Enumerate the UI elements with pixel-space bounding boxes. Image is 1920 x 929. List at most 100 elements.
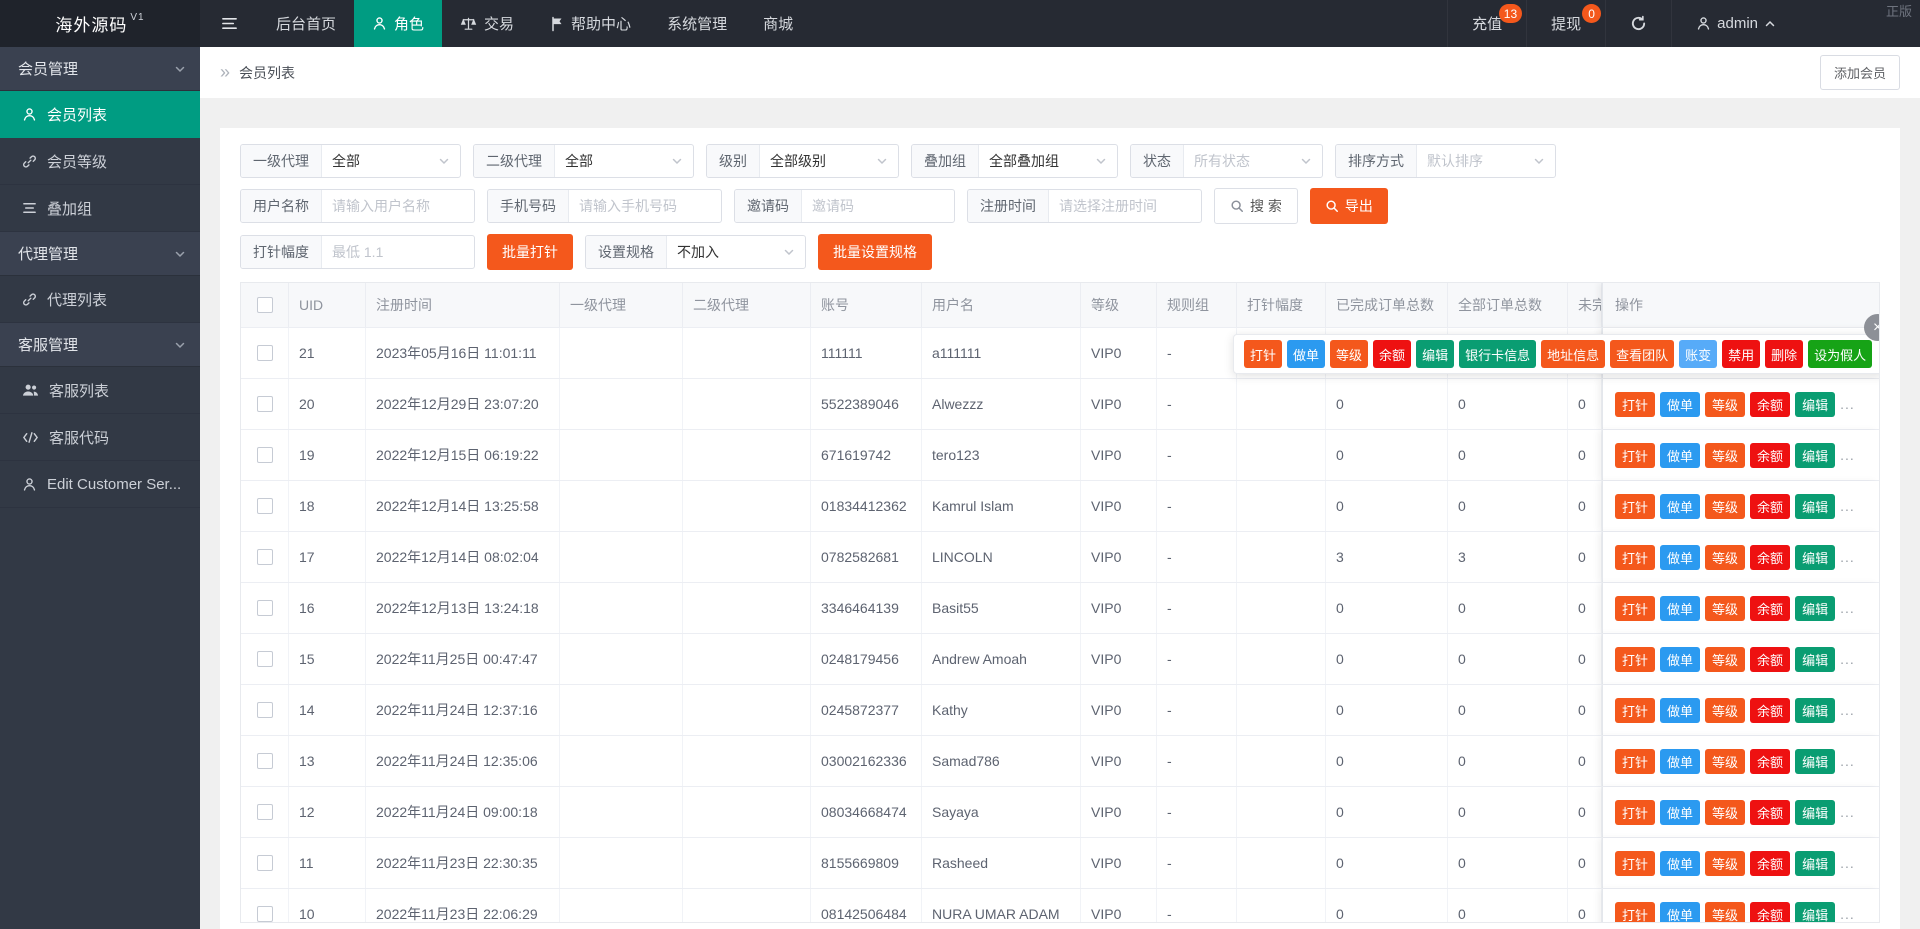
sidebar-item[interactable]: 会员等级 — [0, 138, 200, 185]
select-all-checkbox[interactable] — [257, 297, 273, 313]
row-action-button[interactable]: 等级 — [1705, 596, 1745, 621]
row-more-button[interactable]: ... — [1840, 855, 1855, 871]
sidebar-item[interactable]: 代理列表 — [0, 276, 200, 323]
close-icon[interactable]: × — [1864, 314, 1880, 341]
filter-input[interactable]: 请选择注册时间 — [1049, 190, 1201, 222]
row-checkbox[interactable] — [257, 549, 273, 565]
row-checkbox[interactable] — [257, 447, 273, 463]
row-more-button[interactable]: ... — [1840, 702, 1855, 718]
row-action-button[interactable]: 做单 — [1660, 647, 1700, 672]
nav-tab[interactable]: 后台首页 — [258, 0, 354, 47]
row-action-button[interactable]: 余额 — [1750, 545, 1790, 570]
popup-action-button[interactable]: 打针 — [1244, 340, 1282, 368]
row-checkbox[interactable] — [257, 345, 273, 361]
row-checkbox[interactable] — [257, 804, 273, 820]
filter-select[interactable]: 不加入 — [667, 236, 805, 268]
row-action-button[interactable]: 做单 — [1660, 545, 1700, 570]
refresh-button[interactable] — [1605, 0, 1671, 47]
row-action-button[interactable]: 做单 — [1660, 443, 1700, 468]
row-action-button[interactable]: 打针 — [1615, 596, 1655, 621]
row-action-button[interactable]: 编辑 — [1795, 851, 1835, 876]
row-checkbox[interactable] — [257, 396, 273, 412]
row-action-button[interactable]: 编辑 — [1795, 902, 1835, 924]
row-action-button[interactable]: 等级 — [1705, 392, 1745, 417]
nav-tab[interactable]: 角色 — [354, 0, 442, 47]
sidebar-group[interactable]: 代理管理 — [0, 232, 200, 276]
row-action-button[interactable]: 打针 — [1615, 392, 1655, 417]
popup-action-button[interactable]: 地址信息 — [1541, 340, 1605, 368]
row-action-button[interactable]: 做单 — [1660, 392, 1700, 417]
row-action-button[interactable]: 打针 — [1615, 851, 1655, 876]
row-action-button[interactable]: 打针 — [1615, 902, 1655, 924]
row-action-button[interactable]: 等级 — [1705, 902, 1745, 924]
popup-action-button[interactable]: 设为假人 — [1808, 340, 1872, 368]
row-action-button[interactable]: 余额 — [1750, 392, 1790, 417]
row-action-button[interactable]: 打针 — [1615, 545, 1655, 570]
popup-action-button[interactable]: 余额 — [1373, 340, 1411, 368]
popup-action-button[interactable]: 等级 — [1330, 340, 1368, 368]
row-more-button[interactable]: ... — [1840, 804, 1855, 820]
row-action-button[interactable]: 做单 — [1660, 698, 1700, 723]
row-checkbox[interactable] — [257, 600, 273, 616]
add-member-button[interactable]: 添加会员 — [1820, 55, 1900, 90]
recharge-button[interactable]: 充值 13 — [1447, 0, 1526, 47]
row-more-button[interactable]: ... — [1840, 549, 1855, 565]
row-action-button[interactable]: 余额 — [1750, 647, 1790, 672]
sidebar-group[interactable]: 客服管理 — [0, 323, 200, 367]
row-action-button[interactable]: 编辑 — [1795, 749, 1835, 774]
row-action-button[interactable]: 编辑 — [1795, 545, 1835, 570]
row-action-button[interactable]: 余额 — [1750, 443, 1790, 468]
filter-select[interactable]: 全部级别 — [760, 145, 898, 177]
row-action-button[interactable]: 做单 — [1660, 851, 1700, 876]
row-action-button[interactable]: 编辑 — [1795, 596, 1835, 621]
row-more-button[interactable]: ... — [1840, 498, 1855, 514]
nav-tab[interactable]: 帮助中心 — [532, 0, 649, 47]
batch-spec-button[interactable]: 批量设置规格 — [818, 234, 932, 270]
row-action-button[interactable]: 编辑 — [1795, 698, 1835, 723]
filter-select[interactable]: 全部 — [322, 145, 460, 177]
row-action-button[interactable]: 做单 — [1660, 596, 1700, 621]
row-action-button[interactable]: 打针 — [1615, 749, 1655, 774]
row-action-button[interactable]: 编辑 — [1795, 800, 1835, 825]
hamburger-icon[interactable] — [200, 0, 258, 47]
row-checkbox[interactable] — [257, 753, 273, 769]
row-action-button[interactable]: 余额 — [1750, 494, 1790, 519]
row-action-button[interactable]: 等级 — [1705, 443, 1745, 468]
popup-action-button[interactable]: 禁用 — [1722, 340, 1760, 368]
row-more-button[interactable]: ... — [1840, 447, 1855, 463]
row-action-button[interactable]: 等级 — [1705, 749, 1745, 774]
row-more-button[interactable]: ... — [1840, 906, 1855, 922]
sidebar-item[interactable]: 客服代码 — [0, 414, 200, 461]
filter-select[interactable]: 全部叠加组 — [979, 145, 1117, 177]
row-action-button[interactable]: 余额 — [1750, 800, 1790, 825]
popup-action-button[interactable]: 编辑 — [1416, 340, 1454, 368]
row-action-button[interactable]: 编辑 — [1795, 494, 1835, 519]
row-action-button[interactable]: 做单 — [1660, 902, 1700, 924]
row-action-button[interactable]: 等级 — [1705, 545, 1745, 570]
row-checkbox[interactable] — [257, 855, 273, 871]
row-action-button[interactable]: 等级 — [1705, 647, 1745, 672]
filter-input[interactable]: 邀请码 — [802, 190, 954, 222]
row-action-button[interactable]: 打针 — [1615, 494, 1655, 519]
user-menu[interactable]: admin — [1671, 0, 1800, 47]
row-checkbox[interactable] — [257, 906, 273, 922]
popup-action-button[interactable]: 做单 — [1287, 340, 1325, 368]
row-action-button[interactable]: 打针 — [1615, 443, 1655, 468]
row-action-button[interactable]: 做单 — [1660, 494, 1700, 519]
filter-select[interactable]: 默认排序 — [1417, 145, 1555, 177]
popup-action-button[interactable]: 银行卡信息 — [1459, 340, 1536, 368]
row-action-button[interactable]: 打针 — [1615, 800, 1655, 825]
nav-tab[interactable]: 系统管理 — [649, 0, 745, 47]
filter-input[interactable]: 请输入用户名称 — [322, 190, 474, 222]
row-action-button[interactable]: 余额 — [1750, 596, 1790, 621]
row-action-button[interactable]: 等级 — [1705, 698, 1745, 723]
row-more-button[interactable]: ... — [1840, 600, 1855, 616]
row-action-button[interactable]: 做单 — [1660, 749, 1700, 774]
nav-tab[interactable]: 商城 — [745, 0, 811, 47]
row-action-button[interactable]: 等级 — [1705, 851, 1745, 876]
row-checkbox[interactable] — [257, 651, 273, 667]
row-action-button[interactable]: 打针 — [1615, 647, 1655, 672]
nav-tab[interactable]: 交易 — [442, 0, 532, 47]
row-action-button[interactable]: 等级 — [1705, 494, 1745, 519]
popup-action-button[interactable]: 查看团队 — [1610, 340, 1674, 368]
